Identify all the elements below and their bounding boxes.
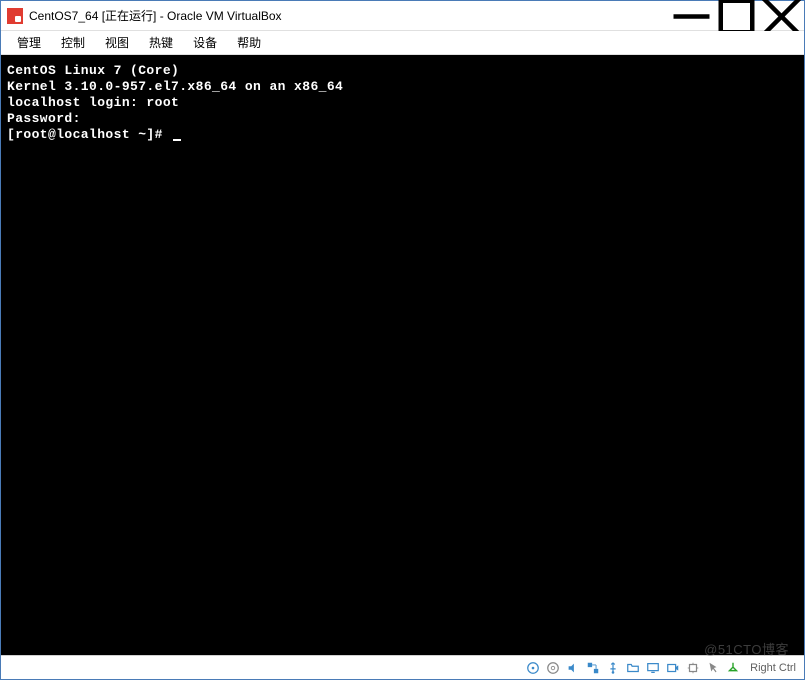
hard-disk-icon[interactable] bbox=[524, 659, 542, 677]
vm-window: CentOS7_64 [正在运行] - Oracle VM VirtualBox… bbox=[0, 0, 805, 680]
window-title: CentOS7_64 [正在运行] - Oracle VM VirtualBox bbox=[29, 7, 669, 24]
maximize-button[interactable] bbox=[714, 1, 759, 31]
menubar: 管理 控制 视图 热键 设备 帮助 bbox=[1, 31, 804, 55]
terminal-line: CentOS Linux 7 (Core) bbox=[7, 63, 798, 79]
processor-icon[interactable] bbox=[684, 659, 702, 677]
terminal-line: Password: bbox=[7, 111, 798, 127]
cursor-icon bbox=[173, 139, 181, 141]
menu-machine[interactable]: 控制 bbox=[51, 32, 95, 53]
menu-devices[interactable]: 设备 bbox=[183, 32, 227, 53]
menu-view[interactable]: 视图 bbox=[95, 32, 139, 53]
mouse-integration-icon[interactable] bbox=[704, 659, 722, 677]
close-button[interactable] bbox=[759, 1, 804, 31]
usb-icon[interactable] bbox=[604, 659, 622, 677]
host-key-label: Right Ctrl bbox=[750, 662, 796, 674]
shared-folders-icon[interactable] bbox=[624, 659, 642, 677]
recording-icon[interactable] bbox=[664, 659, 682, 677]
terminal-line: Kernel 3.10.0-957.el7.x86_64 on an x86_6… bbox=[7, 79, 798, 95]
terminal-line: localhost login: root bbox=[7, 95, 798, 111]
virtualbox-icon bbox=[7, 8, 23, 24]
optical-disk-icon[interactable] bbox=[544, 659, 562, 677]
statusbar: Right Ctrl bbox=[1, 655, 804, 679]
menu-manage[interactable]: 管理 bbox=[7, 32, 51, 53]
audio-icon[interactable] bbox=[564, 659, 582, 677]
keyboard-icon[interactable] bbox=[724, 659, 742, 677]
minimize-button[interactable] bbox=[669, 1, 714, 31]
terminal-prompt: [root@localhost ~]# bbox=[7, 127, 798, 143]
menu-input[interactable]: 热键 bbox=[139, 32, 183, 53]
display-icon[interactable] bbox=[644, 659, 662, 677]
window-controls bbox=[669, 1, 804, 30]
menu-help[interactable]: 帮助 bbox=[227, 32, 271, 53]
titlebar: CentOS7_64 [正在运行] - Oracle VM VirtualBox bbox=[1, 1, 804, 31]
guest-terminal[interactable]: CentOS Linux 7 (Core)Kernel 3.10.0-957.e… bbox=[1, 55, 804, 655]
network-icon[interactable] bbox=[584, 659, 602, 677]
